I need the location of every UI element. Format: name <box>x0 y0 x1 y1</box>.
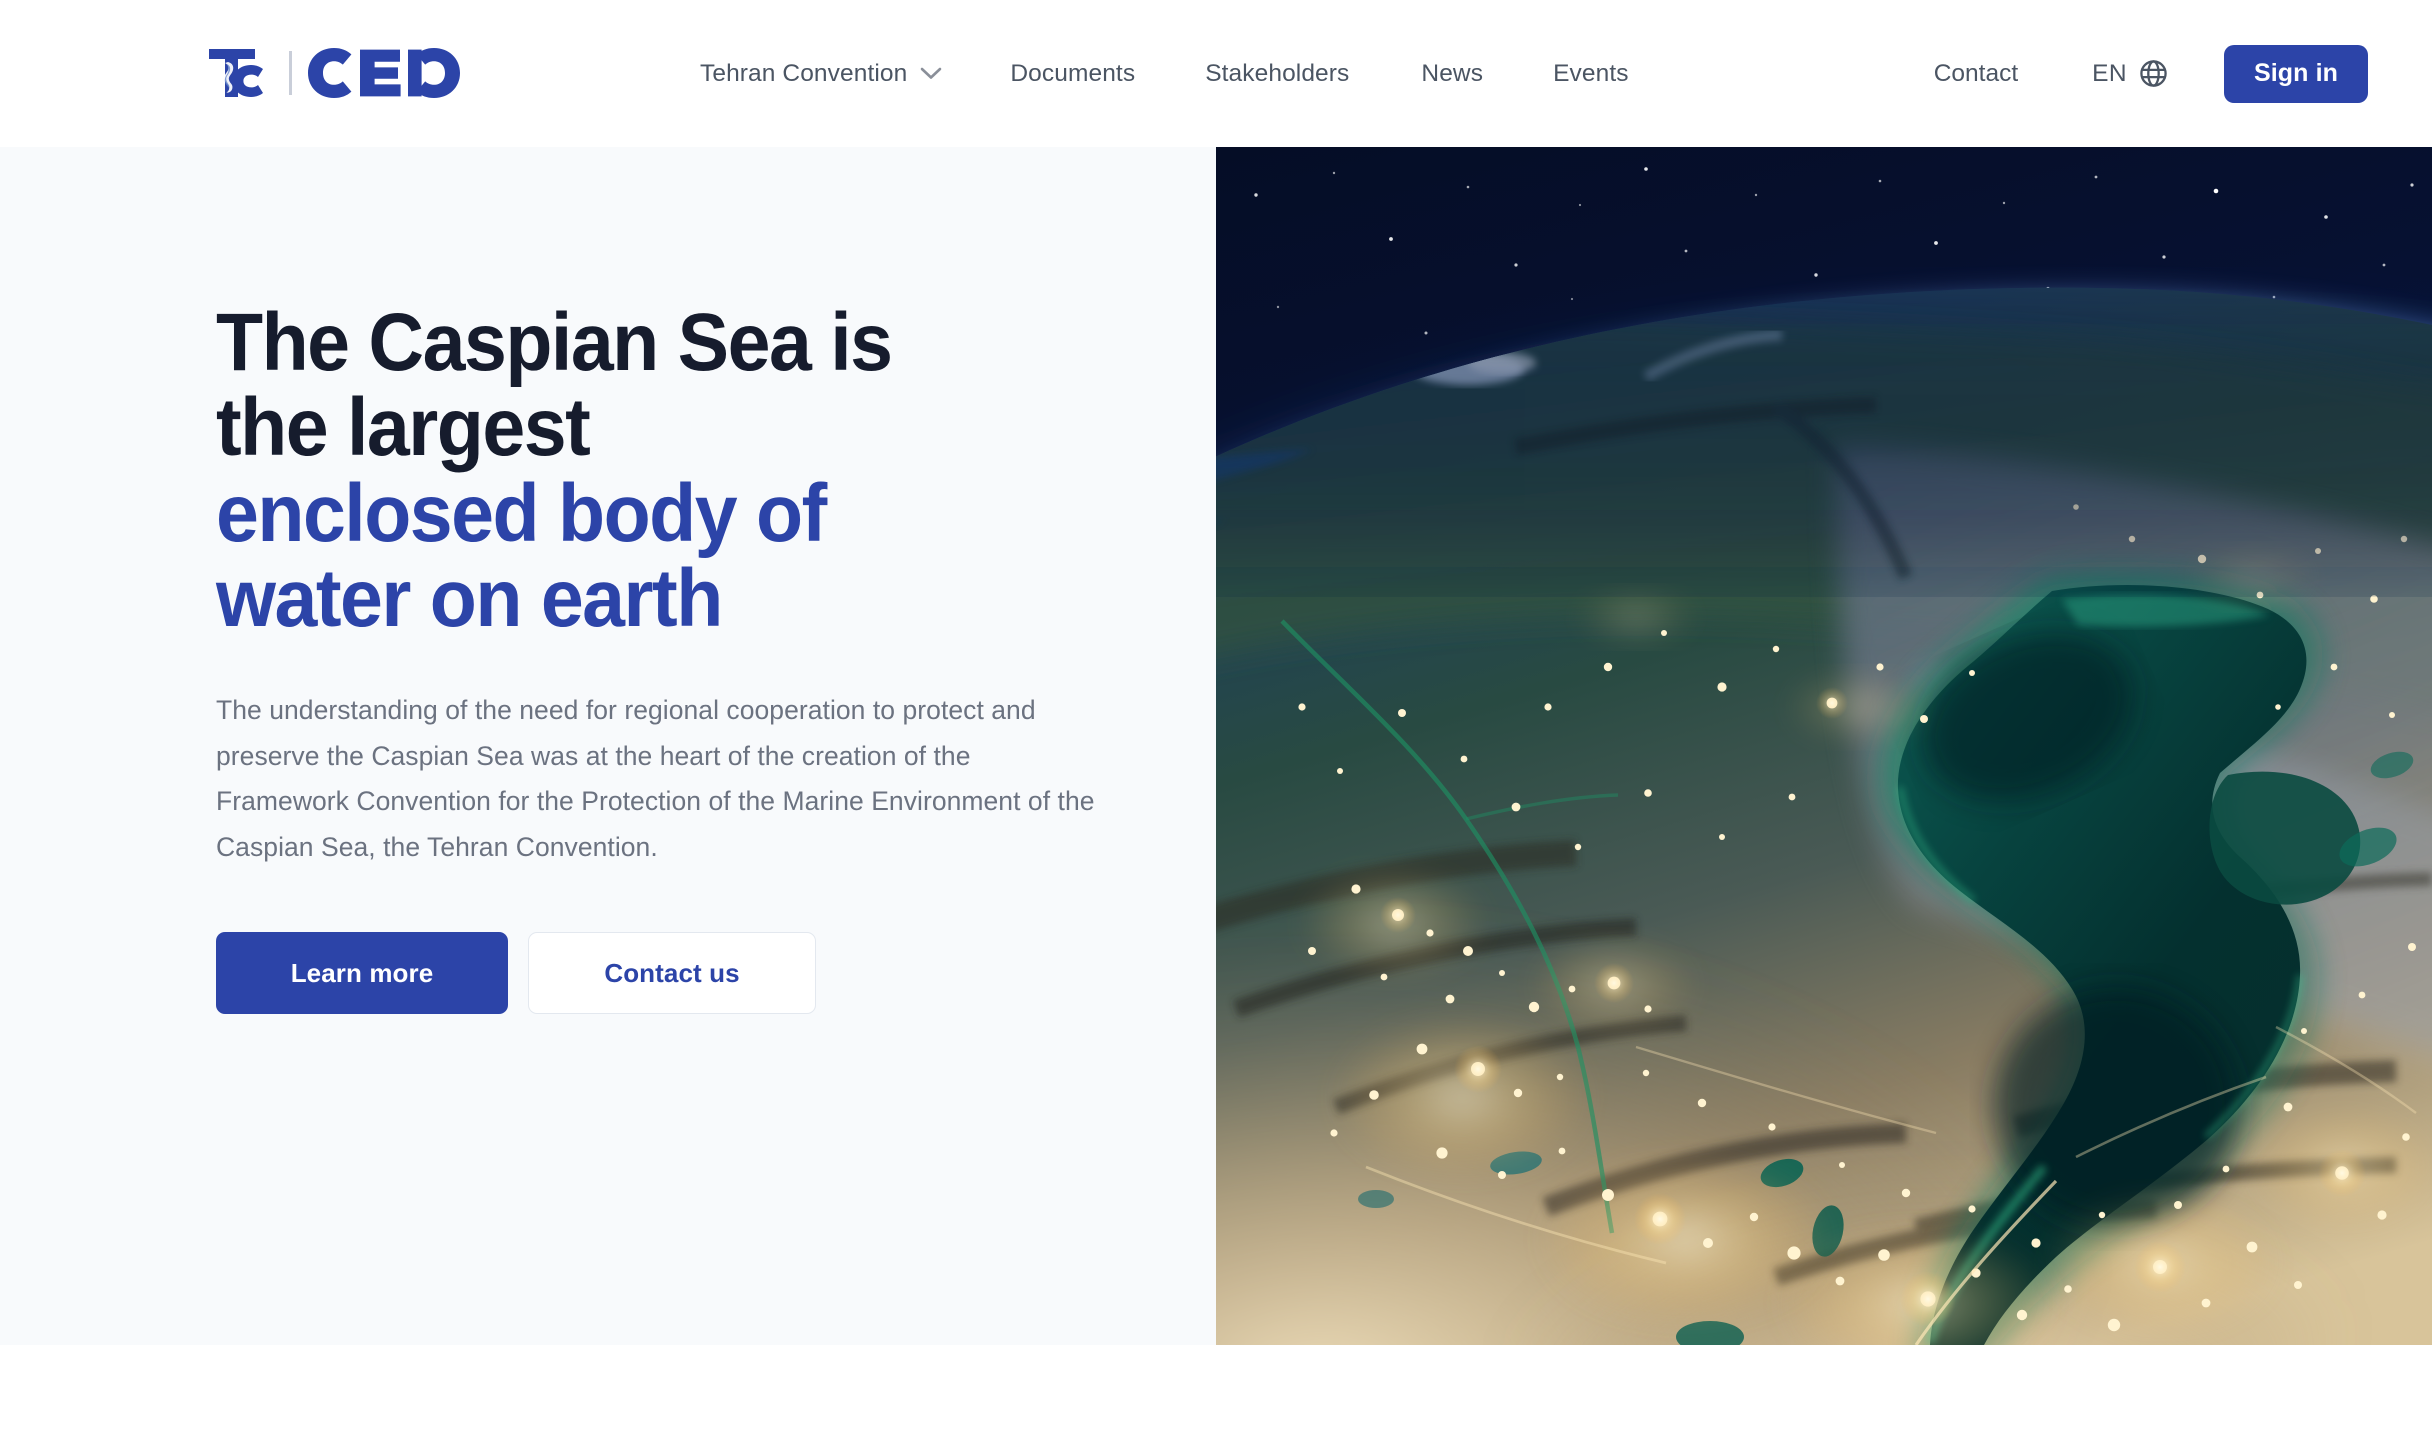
hero-content-panel: The Caspian Sea is the largest enclosed … <box>0 147 1216 1345</box>
nav-item-label: Tehran Convention <box>700 59 908 87</box>
contact-us-button[interactable]: Contact us <box>528 932 816 1015</box>
hero-copy: The Caspian Sea is the largest enclosed … <box>216 300 1156 1015</box>
nav-item-news[interactable]: News <box>1421 60 1483 88</box>
language-code: EN <box>2092 59 2127 87</box>
earth-surface <box>1216 287 2432 1345</box>
contact-link[interactable]: Contact <box>1934 60 2018 88</box>
headline-line-4: water on earth <box>216 552 723 644</box>
headline-line-3: enclosed body of <box>216 467 827 559</box>
language-switcher[interactable]: EN <box>2092 59 2168 88</box>
headline-line-2: the largest <box>216 382 591 474</box>
site-logo[interactable] <box>207 44 460 102</box>
sign-in-button[interactable]: Sign in <box>2223 44 2368 103</box>
hero-paragraph: The understanding of the need for region… <box>216 695 1095 862</box>
chevron-down-icon <box>921 67 942 79</box>
nav-item-label: Documents <box>1010 59 1136 87</box>
globe-icon <box>2140 60 2167 87</box>
nav-item-label: Stakeholders <box>1205 59 1350 87</box>
header-actions: Contact EN Sign in <box>1934 0 2432 147</box>
caspian-sea-from-orbit-illustration <box>1216 147 2432 1345</box>
learn-more-button[interactable]: Learn more <box>216 932 508 1015</box>
nav-item-label: Events <box>1553 59 1629 87</box>
nav-item-tehran-convention[interactable]: Tehran Convention <box>700 60 942 88</box>
main-navigation: Tehran Convention Documents Stakeholders… <box>700 0 1629 147</box>
nav-item-documents[interactable]: Documents <box>1010 60 1135 88</box>
hero-cta-row: Learn more Contact us <box>216 932 1156 1015</box>
hero-section: The Caspian Sea is the largest enclosed … <box>0 147 2432 1345</box>
headline-line-1: The Caspian Sea is <box>216 297 893 388</box>
page-title: The Caspian Sea is the largest enclosed … <box>216 300 1100 641</box>
nav-item-label: News <box>1421 59 1484 87</box>
tc-logo-icon <box>209 49 263 97</box>
ceic-logo-icon <box>308 48 460 98</box>
hero-satellite-image <box>1216 147 2432 1345</box>
nav-item-events[interactable]: Events <box>1553 60 1629 88</box>
site-header: Tehran Convention Documents Stakeholders… <box>0 0 2432 147</box>
logo-divider <box>289 51 292 95</box>
nav-item-stakeholders[interactable]: Stakeholders <box>1205 60 1349 88</box>
